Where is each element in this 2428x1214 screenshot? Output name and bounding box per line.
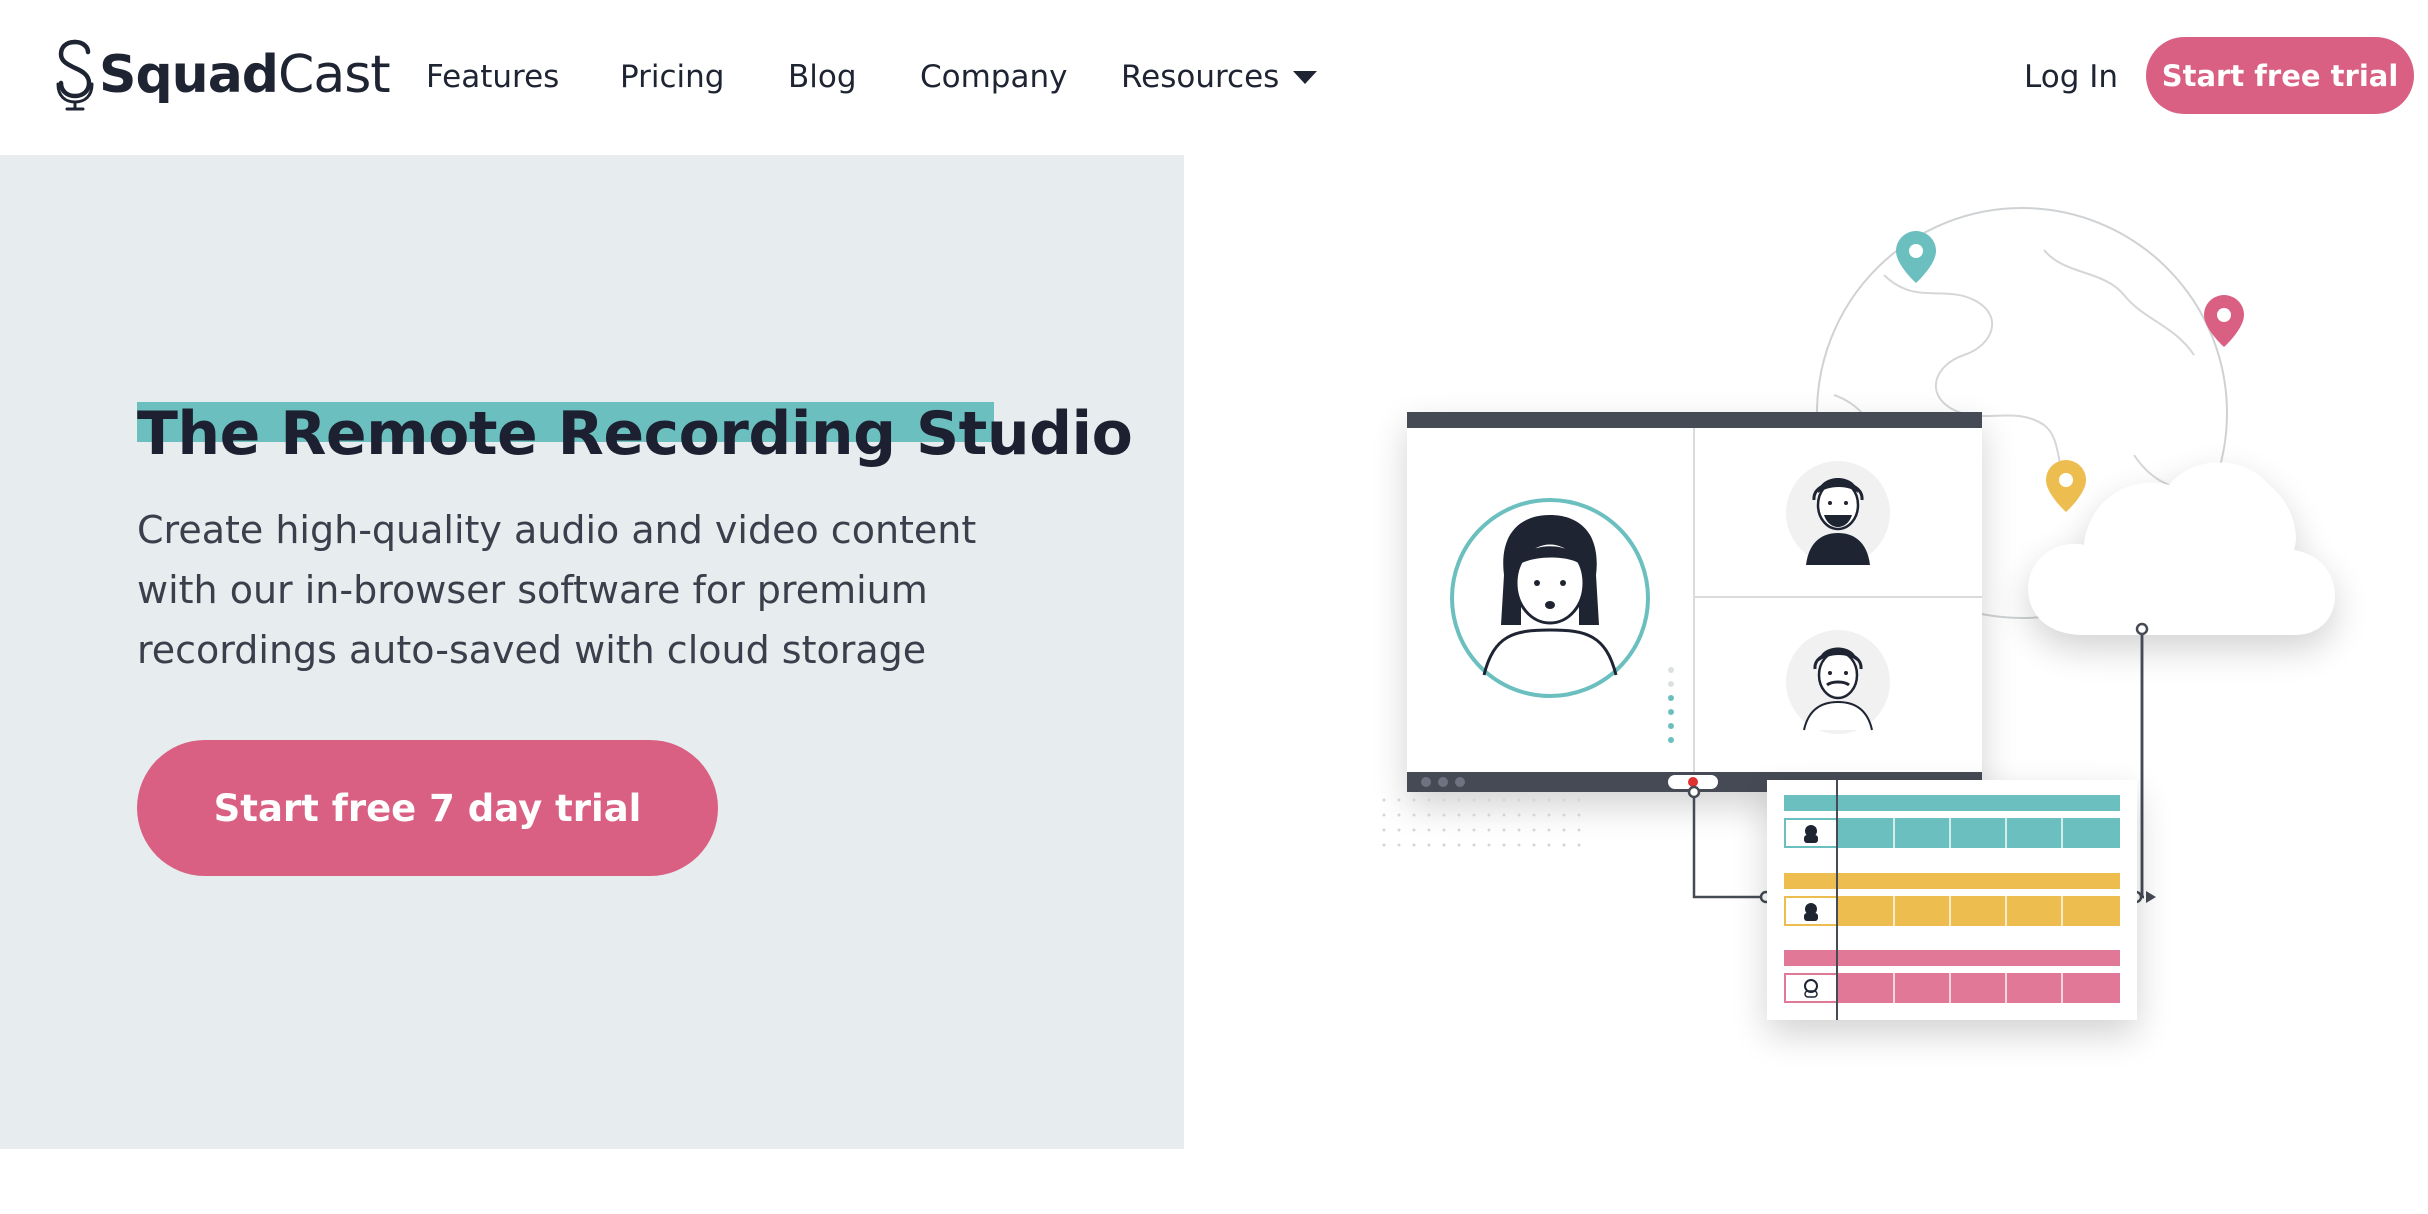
hero-illustration bbox=[1184, 155, 2428, 1149]
dotted-pattern bbox=[1382, 798, 1581, 847]
hero-subtext: Create high-quality audio and video cont… bbox=[137, 508, 977, 672]
avatar bbox=[1450, 498, 1650, 698]
logo-wordmark-light: Cast bbox=[278, 45, 391, 105]
nav-link-pricing[interactable]: Pricing bbox=[620, 55, 725, 99]
nav-link-features[interactable]: Features bbox=[426, 55, 559, 99]
start-free-trial-button[interactable]: Start free trial bbox=[2146, 37, 2414, 114]
caret-down-icon bbox=[1293, 70, 1318, 84]
login-link[interactable]: Log In bbox=[2024, 55, 2118, 99]
hero-headline: The Remote Recording Studio bbox=[137, 399, 1133, 469]
logo-wordmark: SquadCast bbox=[99, 49, 391, 101]
nav-link-company[interactable]: Company bbox=[920, 55, 1067, 99]
microphone-s-logo-icon bbox=[56, 39, 94, 111]
start-free-7-day-trial-button[interactable]: Start free 7 day trial bbox=[137, 740, 718, 876]
map-pin-icon bbox=[2046, 460, 2086, 512]
avatar bbox=[1786, 461, 1890, 565]
nav-link-resources[interactable]: Resources bbox=[1121, 55, 1318, 99]
map-pin-icon bbox=[2204, 295, 2244, 347]
avatar bbox=[1786, 630, 1890, 734]
top-navigation: SquadCast Features Pricing Blog Company … bbox=[0, 0, 2428, 155]
window-titlebar bbox=[1407, 412, 1982, 428]
nav-link-resources-label: Resources bbox=[1121, 59, 1280, 95]
map-pin-icon bbox=[1896, 231, 1936, 283]
illustration-canvas bbox=[1382, 207, 2335, 1020]
squadcast-logo[interactable]: SquadCast bbox=[55, 38, 391, 112]
logo-wordmark-bold: Squad bbox=[99, 45, 279, 105]
nav-link-blog[interactable]: Blog bbox=[788, 55, 857, 99]
